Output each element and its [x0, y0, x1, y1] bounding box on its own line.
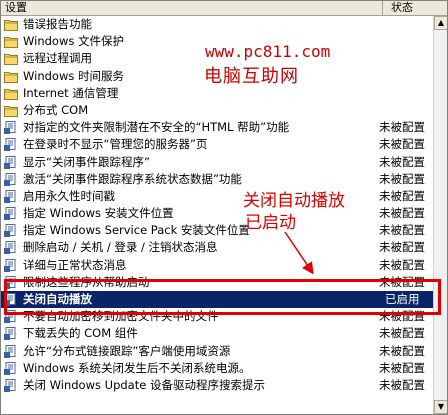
- row-setting-name: 详细与正常状态消息: [23, 257, 127, 272]
- column-header: 设置 状态: [1, 1, 447, 16]
- scroll-down-arrow-icon[interactable]: ▼: [434, 400, 447, 414]
- row-status: 未被配置: [379, 377, 425, 392]
- policy-row[interactable]: Windows 系统关闭发生后不关闭系统电源。 未被配置: [1, 360, 433, 377]
- policy-row[interactable]: 限制这些程序从帮助启动 未被配置: [1, 274, 433, 291]
- row-status: 未被配置: [379, 240, 425, 255]
- policy-setting-icon: [4, 241, 18, 255]
- policy-row[interactable]: 允许“分布式链接跟踪”客户端使用域资源 未被配置: [1, 343, 433, 360]
- policy-setting-icon: [4, 155, 18, 169]
- folder-icon: [4, 52, 18, 66]
- policy-setting-icon: [4, 361, 18, 375]
- row-setting-name: 远程过程调用: [23, 51, 92, 66]
- policy-setting-icon: [4, 189, 18, 203]
- vertical-scrollbar[interactable]: ▲ ▼: [433, 16, 447, 414]
- row-setting-name: 在登录时不显示“管理您的服务器”页: [23, 137, 208, 152]
- policy-setting-icon: [4, 258, 18, 272]
- row-status: 未被配置: [379, 206, 425, 221]
- row-setting-name: 关闭 Windows Update 设备驱动程序搜索提示: [23, 377, 265, 392]
- row-setting-name: 允许“分布式链接跟踪”客户端使用域资源: [23, 343, 231, 358]
- policy-row[interactable]: 对指定的文件夹限制潜在不安全的“HTML 帮助”功能 未被配置: [1, 119, 433, 136]
- folder-row[interactable]: 分布式 COM: [1, 102, 433, 119]
- row-status: 未被配置: [379, 326, 425, 341]
- row-status: 未被配置: [379, 120, 425, 135]
- row-status: 未被配置: [379, 188, 425, 203]
- folder-icon: [4, 104, 18, 117]
- row-setting-name: Windows 文件保护: [23, 34, 124, 49]
- policy-setting-icon: [4, 138, 18, 152]
- policy-row[interactable]: 详细与正常状态消息 未被配置: [1, 257, 433, 274]
- policy-row[interactable]: 下载丢失的 COM 组件 未被配置: [1, 325, 433, 342]
- policy-row[interactable]: 在登录时不显示“管理您的服务器”页 未被配置: [1, 136, 433, 153]
- row-setting-name: Internet 通信管理: [23, 85, 119, 100]
- row-status: 未被配置: [379, 257, 425, 272]
- policy-setting-icon: [4, 172, 18, 186]
- policy-row[interactable]: 激活“关闭事件跟踪程序系统状态数据”功能 未被配置: [1, 171, 433, 188]
- row-status: 未被配置: [379, 274, 425, 289]
- policy-row[interactable]: 指定 Windows Service Pack 安装文件位置 未被配置: [1, 222, 433, 239]
- folder-icon: [4, 35, 18, 49]
- folder-icon: [4, 70, 18, 83]
- annotation-line-2: 已启动: [245, 213, 296, 233]
- row-setting-name: 对指定的文件夹限制潜在不安全的“HTML 帮助”功能: [23, 120, 290, 135]
- row-status: 未被配置: [379, 343, 425, 358]
- row-setting-name: 指定 Windows 安装文件位置: [23, 206, 174, 221]
- row-setting-name: 下载丢失的 COM 组件: [23, 326, 138, 341]
- folder-icon: [4, 18, 18, 31]
- column-header-setting[interactable]: 设置: [1, 1, 383, 15]
- policy-setting-icon: [4, 310, 18, 324]
- policy-setting-icon: [4, 293, 18, 306]
- column-header-status[interactable]: 状态: [383, 1, 435, 15]
- policy-row[interactable]: 关闭自动播放 已启用: [1, 291, 433, 309]
- policy-setting-icon: [4, 344, 18, 358]
- policy-row[interactable]: 不要自动加密移到加密文件夹中的文件 未被配置: [1, 308, 433, 325]
- scroll-up-arrow-icon[interactable]: ▲: [434, 16, 447, 30]
- row-setting-name: 显示“关闭事件跟踪程序”: [23, 154, 150, 169]
- row-setting-name: 分布式 COM: [23, 102, 89, 117]
- policy-row[interactable]: 显示“关闭事件跟踪程序” 未被配置: [1, 154, 433, 171]
- row-setting-name: 删除启动 / 关机 / 登录 / 注销状态消息: [23, 240, 218, 255]
- row-setting-name: Windows 时间服务: [23, 68, 124, 83]
- row-status: 已启用: [385, 292, 420, 306]
- row-status: 未被配置: [379, 309, 425, 324]
- policy-row[interactable]: 指定 Windows 安装文件位置 未被配置: [1, 205, 433, 222]
- row-status: 未被配置: [379, 171, 425, 186]
- row-setting-name: 限制这些程序从帮助启动: [23, 274, 150, 289]
- row-status: 未被配置: [379, 360, 425, 375]
- folder-row[interactable]: 错误报告功能: [1, 16, 433, 33]
- row-status: 未被配置: [379, 137, 425, 152]
- row-setting-name: 启用永久性时间戳: [23, 188, 115, 203]
- policy-setting-icon: [4, 378, 18, 392]
- row-setting-name: 错误报告功能: [23, 17, 92, 31]
- watermark-url: www.pc811.com: [205, 42, 331, 61]
- row-status: 未被配置: [379, 154, 425, 169]
- policy-setting-icon: [4, 121, 18, 135]
- folder-icon: [4, 87, 18, 100]
- row-setting-name: 不要自动加密移到加密文件夹中的文件: [23, 309, 219, 324]
- annotation-text: 关闭自动播放 已启动: [243, 190, 345, 234]
- row-setting-name: 激活“关闭事件跟踪程序系统状态数据”功能: [23, 171, 242, 186]
- row-setting-name: 关闭自动播放: [23, 292, 92, 306]
- policy-setting-icon: [4, 207, 18, 221]
- row-setting-name: 指定 Windows Service Pack 安装文件位置: [23, 223, 250, 238]
- policy-setting-icon: [4, 275, 18, 289]
- policy-setting-icon: [4, 327, 18, 341]
- watermark-site-name: 电脑互助网: [204, 66, 299, 87]
- row-setting-name: Windows 系统关闭发生后不关闭系统电源。: [23, 360, 251, 375]
- policy-row[interactable]: 关闭 Windows Update 设备驱动程序搜索提示 未被配置: [1, 377, 433, 394]
- policy-row[interactable]: 启用永久性时间戳 未被配置: [1, 188, 433, 205]
- policy-setting-icon: [4, 224, 18, 238]
- row-status: 未被配置: [379, 223, 425, 238]
- policy-row[interactable]: 删除启动 / 关机 / 登录 / 注销状态消息 未被配置: [1, 239, 433, 256]
- annotation-line-1: 关闭自动播放: [243, 191, 345, 211]
